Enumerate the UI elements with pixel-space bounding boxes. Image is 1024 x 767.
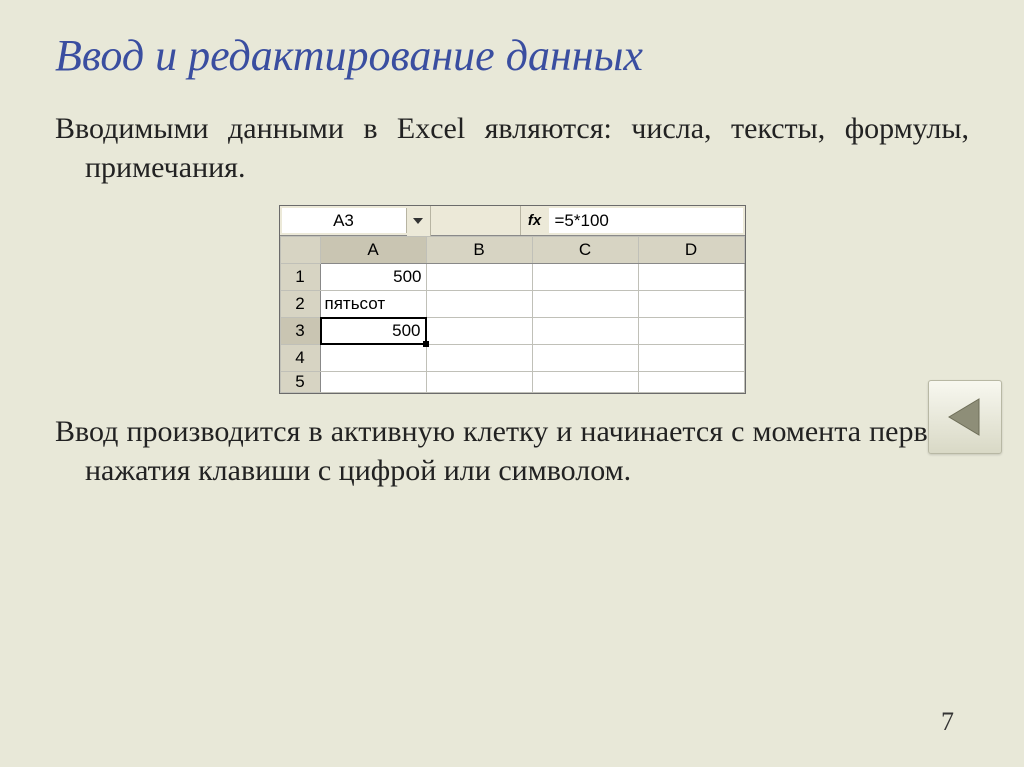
- row-header[interactable]: 5: [280, 372, 320, 393]
- column-header[interactable]: D: [638, 237, 744, 264]
- fill-handle[interactable]: [423, 341, 429, 347]
- row-header[interactable]: 2: [280, 291, 320, 318]
- cell[interactable]: [638, 318, 744, 345]
- page-number: 7: [941, 707, 954, 737]
- triangle-left-icon: [943, 395, 987, 439]
- slide: Ввод и редактирование данных Вводимыми д…: [0, 0, 1024, 767]
- formula-bar-spacer: [431, 206, 521, 235]
- paragraph-2: Ввод производится в активную клетку и на…: [55, 412, 969, 490]
- cell[interactable]: [532, 291, 638, 318]
- column-header[interactable]: C: [532, 237, 638, 264]
- cell[interactable]: пятьсот: [320, 291, 426, 318]
- row-header[interactable]: 4: [280, 345, 320, 372]
- paragraph-1: Вводимыми данными в Excel являются: числ…: [55, 109, 969, 187]
- formula-input[interactable]: =5*100: [549, 208, 743, 233]
- chevron-down-icon: [413, 218, 423, 224]
- cell[interactable]: [426, 345, 532, 372]
- spreadsheet-grid: ABCD15002пятьсот350045: [280, 236, 745, 393]
- excel-screenshot: A3 fx =5*100 ABCD15002пятьсот350045: [55, 205, 969, 394]
- cell[interactable]: [532, 318, 638, 345]
- column-header[interactable]: B: [426, 237, 532, 264]
- cell[interactable]: [638, 291, 744, 318]
- cell[interactable]: [426, 372, 532, 393]
- cell[interactable]: [638, 264, 744, 291]
- column-header[interactable]: A: [320, 237, 426, 264]
- row-header[interactable]: 1: [280, 264, 320, 291]
- cell[interactable]: [320, 345, 426, 372]
- cell[interactable]: [532, 345, 638, 372]
- cell[interactable]: [532, 264, 638, 291]
- fx-button[interactable]: fx: [521, 206, 549, 235]
- cell[interactable]: [426, 318, 532, 345]
- cell[interactable]: 500: [320, 264, 426, 291]
- formula-bar: A3 fx =5*100: [280, 206, 745, 236]
- excel-window: A3 fx =5*100 ABCD15002пятьсот350045: [279, 205, 746, 394]
- back-button[interactable]: [928, 380, 1002, 454]
- cell[interactable]: [426, 264, 532, 291]
- cell[interactable]: [638, 345, 744, 372]
- cell[interactable]: [320, 372, 426, 393]
- row-header[interactable]: 3: [280, 318, 320, 345]
- cell[interactable]: 500: [320, 318, 426, 345]
- name-box[interactable]: A3: [282, 208, 407, 233]
- cell[interactable]: [638, 372, 744, 393]
- cell[interactable]: [426, 291, 532, 318]
- slide-title: Ввод и редактирование данных: [55, 30, 969, 81]
- name-box-dropdown[interactable]: [407, 206, 431, 236]
- select-all-corner[interactable]: [280, 237, 320, 264]
- cell[interactable]: [532, 372, 638, 393]
